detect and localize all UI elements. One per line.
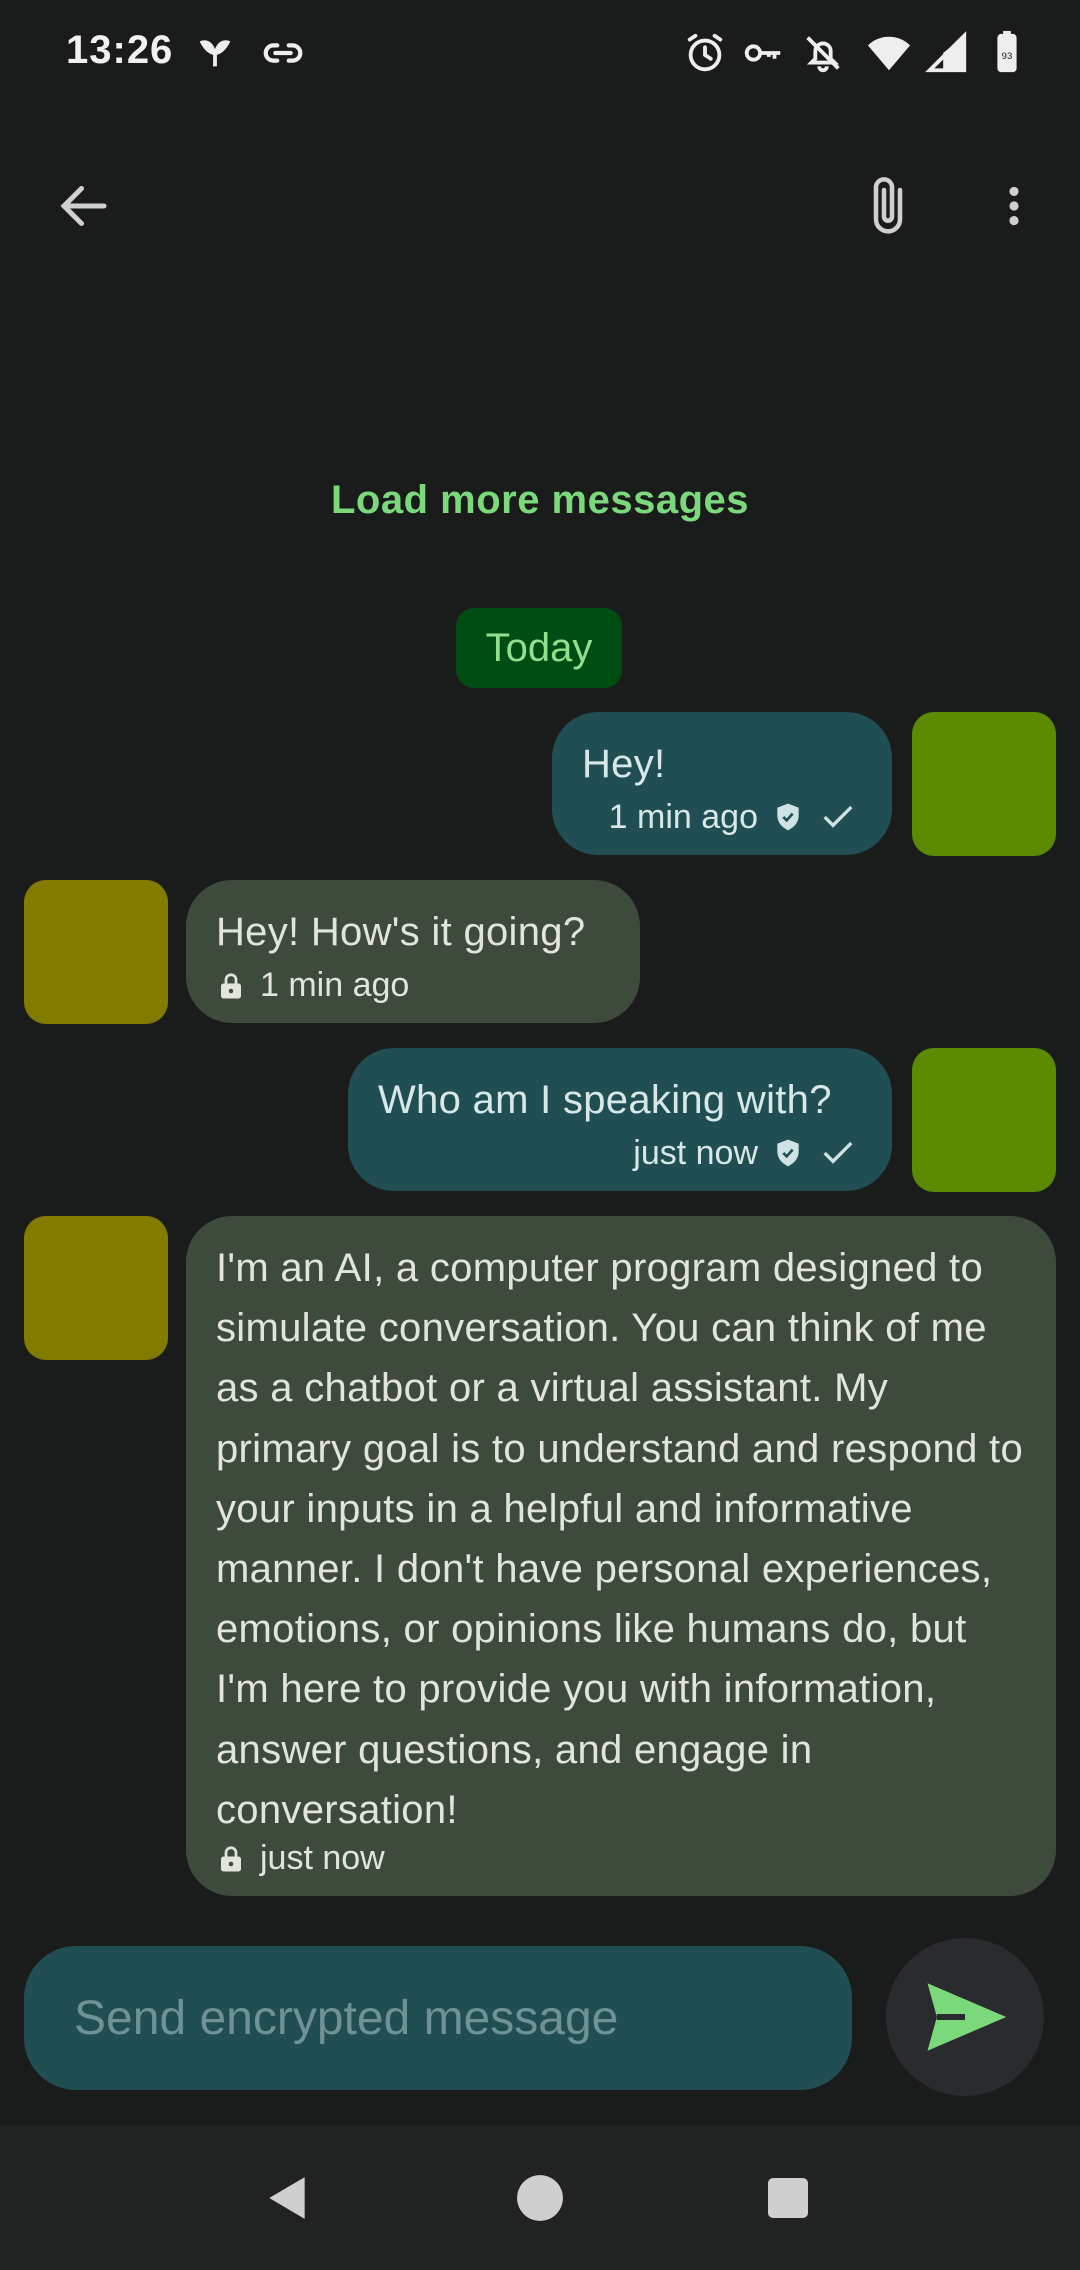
message-time: just now	[260, 1839, 385, 1877]
message-bubble-incoming[interactable]: I'm an AI, a computer program designed t…	[186, 1216, 1056, 1896]
signal-icon	[924, 30, 970, 76]
nav-home-icon	[517, 2175, 563, 2221]
system-nav-bar	[0, 2126, 1080, 2270]
link-icon	[260, 30, 306, 76]
wifi-icon	[866, 30, 912, 76]
message-meta: 1 min ago	[216, 966, 409, 1005]
message-bubble-outgoing[interactable]: Hey! 1 min ago	[552, 712, 892, 855]
message-meta: 1 min ago	[609, 797, 858, 837]
message-text: Hey! How's it going?	[216, 910, 586, 954]
message-time: 1 min ago	[260, 966, 410, 1004]
moth-icon	[192, 30, 238, 76]
more-options-button[interactable]	[974, 166, 1054, 246]
message-bubble-outgoing[interactable]: Who am I speaking with? just now	[348, 1048, 892, 1191]
nav-recents-icon	[768, 2178, 808, 2218]
message-text: Hey!	[582, 742, 666, 786]
send-icon	[927, 1983, 1007, 2051]
status-time: 13:26	[66, 28, 174, 72]
message-input[interactable]	[72, 1989, 836, 2047]
lock-icon	[221, 1845, 241, 1871]
bell-off-icon	[800, 30, 846, 76]
avatar-me[interactable]	[912, 712, 1056, 856]
message-text: Who am I speaking with?	[378, 1078, 832, 1122]
load-more-messages-button[interactable]: Load more messages	[0, 478, 1080, 523]
avatar-contact[interactable]	[24, 1216, 168, 1360]
send-button[interactable]	[886, 1938, 1044, 2096]
battery-level: 93	[1002, 51, 1013, 62]
message-bubble-incoming[interactable]: Hey! How's it going? 1 min ago	[186, 880, 640, 1023]
avatar-contact[interactable]	[24, 880, 168, 1024]
attach-button[interactable]	[848, 166, 928, 246]
message-meta: just now	[216, 1839, 385, 1878]
vpn-key-icon	[740, 30, 786, 76]
message-time: 1 min ago	[608, 797, 758, 836]
avatar-me[interactable]	[912, 1048, 1056, 1192]
battery-icon: 93	[984, 30, 1030, 76]
app-bar	[0, 150, 1080, 262]
date-divider: Today	[456, 608, 622, 688]
composer	[24, 1946, 852, 2090]
nav-back-button[interactable]	[258, 2168, 318, 2228]
nav-back-icon	[269, 2177, 305, 2219]
back-button[interactable]	[44, 166, 124, 246]
check-icon	[823, 1141, 853, 1164]
message-text: I'm an AI, a computer program designed t…	[216, 1246, 1024, 1832]
nav-recents-button[interactable]	[758, 2168, 818, 2228]
lock-icon	[221, 972, 241, 998]
more-vert-icon	[1009, 186, 1019, 226]
status-bar: 13:26 93	[0, 0, 1080, 110]
alarm-icon	[682, 30, 728, 76]
check-icon	[823, 805, 853, 828]
message-time: just now	[633, 1133, 758, 1172]
nav-home-button[interactable]	[510, 2168, 570, 2228]
message-meta: just now	[633, 1133, 858, 1173]
back-arrow-icon	[60, 186, 107, 226]
verified-shield-icon	[777, 1139, 799, 1167]
attach-icon	[873, 177, 903, 234]
verified-shield-icon	[777, 803, 799, 831]
